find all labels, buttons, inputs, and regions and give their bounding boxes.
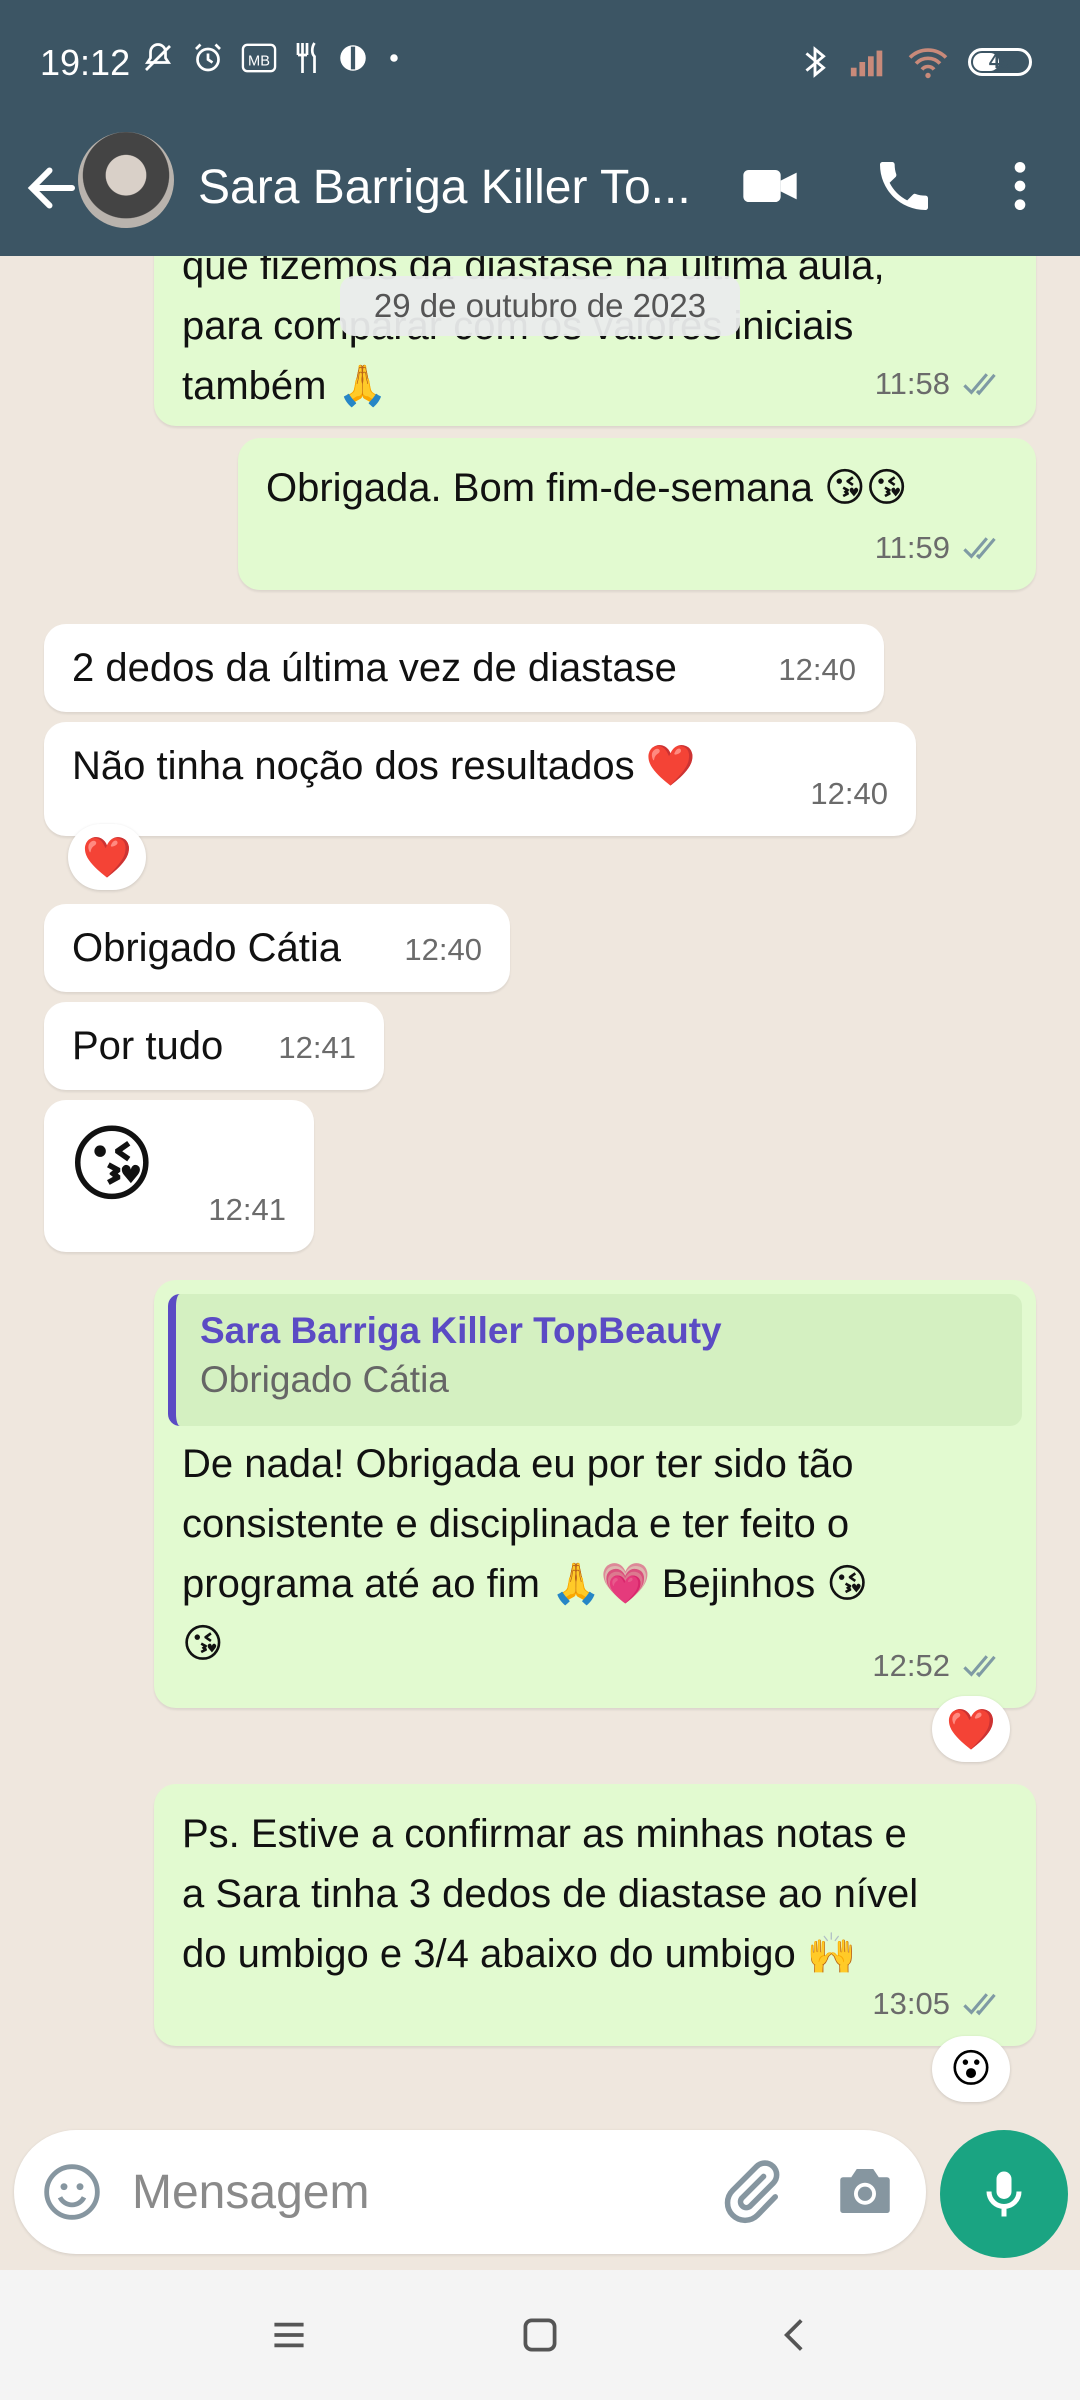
message-text: consistente e disciplinada e ter feito o — [182, 1502, 850, 1546]
message-time: 12:40 — [778, 652, 856, 687]
message-incoming[interactable]: Obrigado Cátia 12:40 — [44, 904, 510, 992]
dot-icon — [390, 54, 398, 62]
message-time: 12:41 — [208, 1192, 286, 1227]
back-icon[interactable] — [770, 2310, 820, 2360]
message-time: 12:40 — [404, 932, 482, 967]
message-text: a Sara tinha 3 dedos de diastase ao níve… — [182, 1872, 919, 1916]
battery-icon: 45 — [968, 48, 1032, 76]
message-outgoing[interactable]: Obrigada. Bom fim-de-semana 😘😘 11:59 — [238, 438, 1036, 590]
message-meta: 12:40 — [778, 640, 856, 700]
menu-icon[interactable] — [264, 2310, 314, 2360]
message-meta: 11:59 — [875, 518, 1008, 578]
message-reaction[interactable]: ❤️ — [68, 824, 146, 890]
message-text: Não tinha noção dos resultados ❤️ — [72, 744, 696, 788]
status-left-icons: MB — [140, 40, 404, 76]
svg-text:MB: MB — [248, 53, 270, 69]
signal-icon — [850, 50, 883, 77]
back-arrow-icon[interactable] — [22, 158, 82, 218]
message-text: 2 dedos da última vez de diastase — [72, 646, 677, 690]
message-meta: 12:41 — [208, 1180, 286, 1240]
chat-header: Sara Barriga Killer To... — [0, 128, 1080, 256]
double-check-icon — [963, 1993, 996, 2016]
video-call-icon[interactable] — [738, 154, 802, 218]
battery-level: 45 — [988, 50, 1012, 73]
message-emoji: 😘 — [68, 1117, 156, 1211]
quoted-author: Sara Barriga Killer TopBeauty — [200, 1310, 722, 1351]
mic-icon — [986, 2171, 1022, 2217]
message-meta: 12:40 — [810, 764, 888, 824]
message-text: programa até ao fim 🙏💗 Bejinhos 😘 — [182, 1562, 869, 1606]
message-time: 12:41 — [278, 1030, 356, 1065]
message-time: 13:05 — [872, 1986, 950, 2021]
message-composer — [14, 2130, 926, 2254]
message-text: Obrigado Cátia — [72, 926, 342, 970]
bell-off-icon — [144, 43, 172, 71]
avatar[interactable] — [78, 132, 174, 228]
message-text: Por tudo — [72, 1024, 224, 1068]
double-check-icon — [963, 373, 996, 396]
status-bar: 19:12 MB 45 — [0, 0, 1080, 128]
message-text: Ps. Estive a confirmar as minhas notas e — [182, 1812, 907, 1856]
message-meta: 11:58 — [875, 354, 1008, 414]
message-incoming[interactable]: Por tudo 12:41 — [44, 1002, 384, 1090]
double-check-icon — [963, 537, 996, 560]
message-input[interactable] — [132, 2160, 692, 2224]
message-incoming[interactable]: Não tinha noção dos resultados ❤️ 12:40 — [44, 722, 916, 836]
message-meta: 13:05 — [872, 1974, 1008, 2034]
phone-icon[interactable] — [872, 154, 936, 218]
message-meta: 12:40 — [404, 920, 482, 980]
status-right-icons: 45 — [800, 42, 1032, 82]
quoted-text: Obrigado Cátia — [200, 1359, 449, 1400]
message-text: Obrigada. Bom fim-de-semana 😘😘 — [266, 466, 908, 510]
attach-icon[interactable] — [714, 2156, 784, 2226]
message-time: 11:59 — [874, 530, 950, 565]
message-time: 12:40 — [810, 776, 888, 811]
message-outgoing-reply[interactable]: Sara Barriga Killer TopBeauty Obrigado C… — [154, 1280, 1036, 1708]
home-icon[interactable] — [515, 2310, 565, 2360]
message-list[interactable]: que fizemos da diastase na última aula, … — [0, 256, 1080, 2126]
camera-icon[interactable] — [832, 2158, 898, 2224]
message-outgoing[interactable]: Ps. Estive a confirmar as minhas notas e… — [154, 1784, 1036, 2046]
system-nav-bar — [0, 2270, 1080, 2400]
message-time: 12:52 — [872, 1648, 950, 1683]
status-time: 19:12 — [40, 42, 131, 83]
restaurant-icon — [296, 42, 316, 73]
message-incoming[interactable]: 2 dedos da última vez de diastase 12:40 — [44, 624, 884, 712]
double-check-icon — [963, 1655, 996, 1678]
message-reaction[interactable]: ❤️ — [932, 1696, 1010, 1762]
alarm-icon — [195, 43, 221, 72]
quoted-message[interactable]: Sara Barriga Killer TopBeauty Obrigado C… — [168, 1294, 1022, 1426]
message-incoming[interactable]: 😘 12:41 — [44, 1100, 314, 1252]
contact-name[interactable]: Sara Barriga Killer To... — [198, 160, 708, 215]
bluetooth-icon — [805, 46, 826, 78]
more-options-icon[interactable] — [988, 154, 1052, 218]
message-meta: 12:52 — [872, 1636, 1008, 1696]
app-icon — [340, 45, 366, 71]
message-text: De nada! Obrigada eu por ter sido tão — [182, 1442, 854, 1486]
message-meta: 12:41 — [278, 1018, 356, 1078]
date-separator: 29 de outubro de 2023 — [340, 276, 740, 336]
message-reaction[interactable]: 😮 — [932, 2036, 1010, 2102]
wifi-icon — [908, 48, 948, 79]
message-time: 11:58 — [874, 366, 950, 401]
emoji-icon[interactable] — [40, 2160, 104, 2224]
mic-button[interactable] — [940, 2130, 1068, 2258]
mb-icon: MB — [241, 43, 277, 73]
